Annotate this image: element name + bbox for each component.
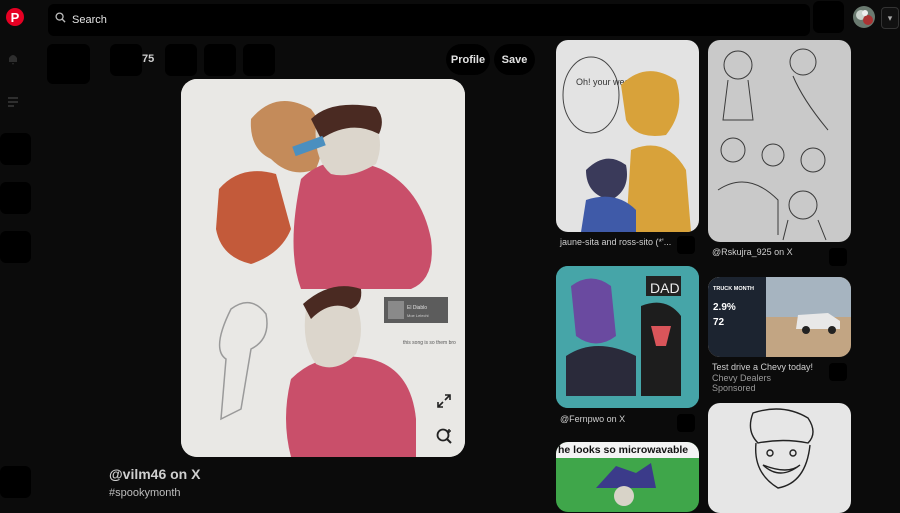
logo-letter: P (10, 9, 20, 25)
feed-pin-image-1[interactable]: Oh! your wee so spooky (556, 40, 699, 232)
feed-pin-image-6[interactable] (708, 403, 851, 513)
feed-more-button-2[interactable] (677, 414, 695, 432)
comment-button[interactable] (165, 44, 197, 76)
watermark-title: El Diablo (407, 305, 427, 311)
sidebar-item-bottom[interactable] (0, 466, 31, 498)
feed-more-button-1[interactable] (677, 236, 695, 254)
ad-rate: 2.9% (713, 302, 736, 313)
feed-caption-1[interactable]: jaune-sita and ross-sito (*'... (560, 237, 671, 247)
feed-caption-4[interactable]: @Rskujra_925 on X (712, 247, 793, 257)
handwritten-note: this song is so them bro (403, 340, 456, 346)
sidebar-item-2[interactable] (0, 182, 31, 214)
art-text: DAD (650, 280, 680, 296)
feed-more-button-4[interactable] (829, 248, 847, 266)
feed-caption-2[interactable]: @Fernpwo on X (560, 414, 625, 424)
account-menu-chevron-icon[interactable]: ▾ (881, 7, 899, 29)
save-button[interactable]: Save (494, 44, 535, 75)
pin-title[interactable]: @vilm46 on X (109, 466, 200, 482)
back-button[interactable] (47, 44, 90, 84)
banner-text: he looks so microwavable (556, 442, 699, 458)
pin-image[interactable]: El Diablo Moe Lelechi this song is so th… (181, 79, 465, 457)
ad-months: 72 (713, 317, 725, 328)
ad-brand[interactable]: Chevy Dealers (712, 373, 771, 383)
search-icon (55, 12, 66, 23)
search-input[interactable] (72, 12, 772, 28)
ad-headline: TRUCK MONTH (713, 286, 754, 292)
more-options-button[interactable] (243, 44, 275, 76)
bell-icon[interactable] (6, 52, 20, 66)
ad-image[interactable]: TRUCK MONTH 2.9% 72 (708, 277, 851, 357)
save-button-label: Save (501, 53, 528, 66)
messages-icon[interactable] (6, 95, 20, 109)
sidebar-item-3[interactable] (0, 231, 31, 263)
avatar[interactable] (853, 6, 875, 28)
profile-button-label: Profile (450, 53, 486, 66)
ad-more-button[interactable] (829, 363, 847, 381)
feed-pin-image-2[interactable]: DAD (556, 266, 699, 408)
pin-hashtag[interactable]: #spookymonth (109, 487, 181, 499)
reaction-button[interactable] (110, 44, 142, 76)
profile-button[interactable]: Profile (446, 44, 490, 75)
share-button[interactable] (204, 44, 236, 76)
expand-icon[interactable] (436, 393, 452, 409)
ad-sponsored-label: Sponsored (712, 383, 756, 393)
reaction-count: 75 (142, 53, 155, 65)
feed-pin-image-4[interactable] (708, 40, 851, 242)
notifications-button[interactable] (813, 1, 844, 33)
feed-pin-image-3[interactable]: he looks so microwavable (556, 442, 699, 512)
watermark-sub: Moe Lelechi (407, 313, 429, 318)
sidebar-item-1[interactable] (0, 133, 31, 165)
ad-title[interactable]: Test drive a Chevy today! (712, 362, 813, 372)
pinterest-logo[interactable]: P (6, 8, 24, 26)
visual-search-icon[interactable] (435, 427, 453, 445)
